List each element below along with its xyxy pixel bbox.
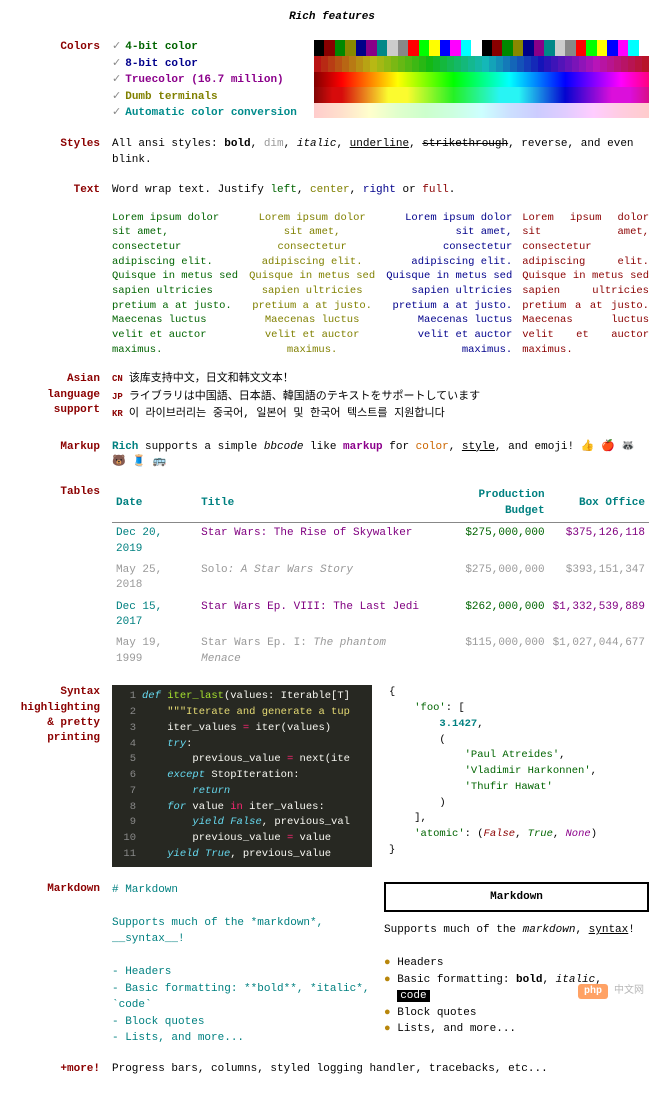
lorem-left: Lorem ipsum dolor sit amet, consectetur … — [112, 211, 239, 358]
label-syntax: Syntax highlighting & pretty printing — [15, 685, 112, 747]
label-markdown: Markdown — [15, 882, 112, 897]
movies-table: Date Title Production Budget Box Office … — [112, 485, 649, 670]
section-markdown: Markdown # Markdown Supports much of the… — [15, 882, 649, 1047]
text-kr: 이 라이브러리는 중국어, 일본어 및 한국어 텍스트를 지원합니다 — [129, 408, 445, 420]
feat-truecolor: Truecolor (16.7 million) — [125, 74, 283, 86]
page-title: Rich features — [15, 10, 649, 25]
label-tables: Tables — [15, 485, 112, 500]
table-row: Dec 15, 2017Star Wars Ep. VIII: The Last… — [112, 597, 649, 634]
watermark: php 中文网 — [578, 985, 644, 999]
md-heading-box: Markdown — [384, 882, 649, 913]
justify-left: left — [270, 184, 296, 196]
justify-full: full — [422, 184, 448, 196]
th-budget: Production Budget — [430, 485, 549, 522]
table-row: Dec 20, 2019Star Wars: The Rise of Skywa… — [112, 523, 649, 560]
code-editor: 1def iter_last(values: Iterable[T] 2 """… — [112, 685, 372, 866]
style-bold: bold — [224, 138, 250, 150]
color-feature-list: ✓4-bit color ✓8-bit color ✓Truecolor (16… — [112, 40, 297, 122]
lorem-center: Lorem ipsum dolor sit amet, consectetur … — [249, 211, 376, 358]
justify-right: right — [363, 184, 396, 196]
section-markup: Markup Rich supports a simple bbcode lik… — [15, 440, 649, 471]
section-colors: Colors ✓4-bit color ✓8-bit color ✓Trueco… — [15, 40, 649, 122]
th-date: Date — [112, 485, 197, 522]
color-spectrum — [314, 40, 649, 118]
section-text: Text Word wrap text. Justify left, cente… — [15, 183, 649, 357]
label-more: +more! — [15, 1062, 112, 1077]
section-more: +more! Progress bars, columns, styled lo… — [15, 1062, 649, 1077]
table-row: May 19, 1999Star Wars Ep. I: The phantom… — [112, 633, 649, 670]
markdown-rendered: Markdown Supports much of the markdown, … — [384, 882, 649, 1038]
pretty-print: { 'foo': [ 3.1427, ( 'Paul Atreides', 'V… — [389, 685, 649, 858]
style-dim: dim — [264, 138, 284, 150]
section-styles: Styles All ansi styles: bold, dim, itali… — [15, 137, 649, 168]
feat-autoconv: Automatic color conversion — [125, 107, 297, 119]
lorem-demo: Lorem ipsum dolor sit amet, consectetur … — [112, 211, 649, 358]
more-text: Progress bars, columns, styled logging h… — [112, 1062, 649, 1077]
lorem-right: Lorem ipsum dolor sit amet, consectetur … — [386, 211, 513, 358]
style-strike: strikethrough — [422, 138, 508, 150]
justify-center: center — [310, 184, 350, 196]
tag-jp: JP — [112, 392, 123, 402]
feat-dumb: Dumb terminals — [125, 91, 217, 103]
style-italic: italic — [297, 138, 337, 150]
lorem-full: Lorem ipsum dolor sit amet, consectetur … — [522, 211, 649, 358]
feat-8bit: 8-bit color — [125, 58, 198, 70]
tag-kr: KR — [112, 409, 123, 419]
label-text: Text — [15, 183, 112, 198]
markdown-source: # Markdown Supports much of the *markdow… — [112, 882, 372, 1047]
text-jp: ライブラリは中国語、日本語、韓国語のテキストをサポートしています — [129, 391, 480, 403]
th-box: Box Office — [549, 485, 649, 522]
section-asian: Asian language support CN 该库支持中文，日文和韩文文本！… — [15, 372, 649, 424]
th-title: Title — [197, 485, 429, 522]
text-cn: 该库支持中文，日文和韩文文本！ — [129, 373, 294, 385]
tag-cn: CN — [112, 374, 123, 384]
label-asian: Asian language support — [15, 372, 112, 418]
section-tables: Tables Date Title Production Budget Box … — [15, 485, 649, 670]
style-underline: underline — [350, 138, 409, 150]
table-row: May 25, 2018Solo: A Star Wars Story$275,… — [112, 560, 649, 597]
label-colors: Colors — [15, 40, 112, 55]
feat-4bit: 4-bit color — [125, 41, 198, 53]
section-syntax: Syntax highlighting & pretty printing 1d… — [15, 685, 649, 866]
label-markup: Markup — [15, 440, 112, 455]
label-styles: Styles — [15, 137, 112, 152]
